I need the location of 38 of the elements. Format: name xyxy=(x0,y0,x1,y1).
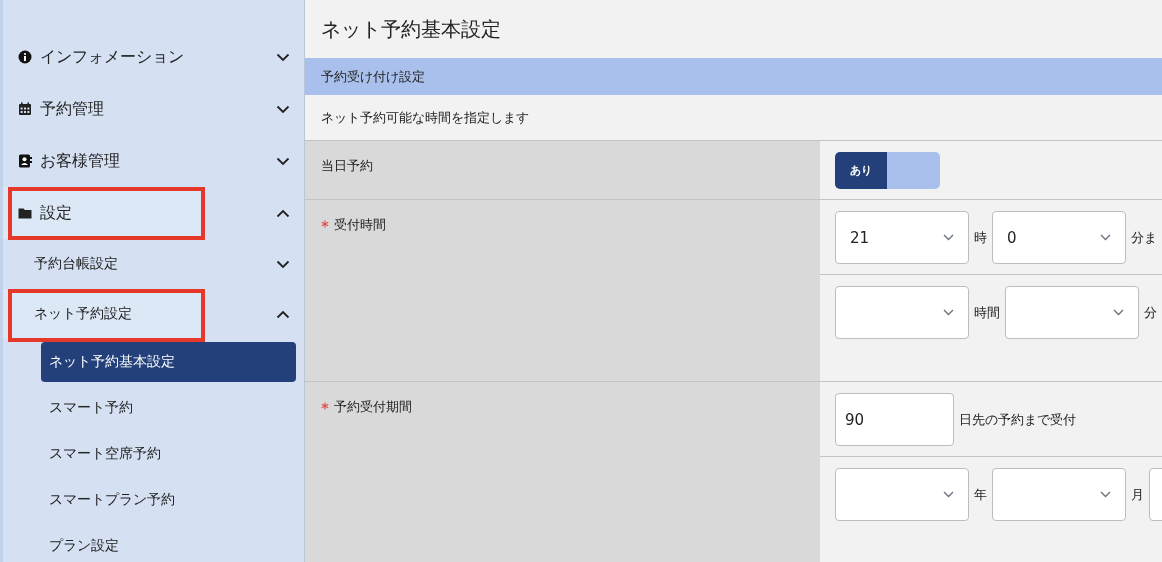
unit-label: 時間 xyxy=(974,303,1000,322)
unit-label: 分 xyxy=(1144,303,1157,322)
sidebar-item[interactable]: 予約台帳設定 xyxy=(3,239,304,289)
chevron-down-icon xyxy=(1113,309,1124,316)
chevron-down-icon xyxy=(943,234,954,241)
chevron-down-icon xyxy=(1100,491,1111,498)
sidebar-item[interactable]: スマート空席予約 xyxy=(41,434,296,474)
info-icon xyxy=(18,50,32,64)
calendar-icon xyxy=(18,102,32,116)
dropdown[interactable] xyxy=(1005,286,1139,339)
unit-label: 時 xyxy=(974,228,987,247)
chevron-down-icon xyxy=(943,309,954,316)
unit-label: 年 xyxy=(974,485,987,504)
field-label: 当日予約 xyxy=(321,157,373,175)
sidebar-item[interactable]: スマート予約 xyxy=(41,388,296,428)
dropdown[interactable] xyxy=(835,286,969,339)
section-header: 予約受け付け設定 xyxy=(305,58,1162,95)
input-field[interactable]: 90 xyxy=(835,393,954,446)
sidebar-item[interactable]: お客様管理 xyxy=(3,135,304,187)
sidebar-item[interactable]: ネット予約基本設定 xyxy=(41,342,296,382)
sidebar-item[interactable]: プラン設定 xyxy=(41,526,296,562)
field-label: 予約受付期間 xyxy=(334,398,412,416)
dropdown[interactable] xyxy=(992,468,1126,521)
folder-icon xyxy=(18,206,32,220)
contact-book-icon xyxy=(18,154,32,168)
dropdown[interactable]: 0 xyxy=(992,211,1126,264)
unit-label: 分ま xyxy=(1131,228,1157,247)
sidebar-item[interactable]: スマートプラン予約 xyxy=(41,480,296,520)
unit-label: 日先の予約まで受付 xyxy=(959,410,1076,429)
page-title: ネット予約基本設定 xyxy=(320,15,502,43)
dropdown[interactable]: 21 xyxy=(835,211,969,264)
sidebar-item[interactable]: 予約管理 xyxy=(3,83,304,135)
chevron-down-icon xyxy=(1100,234,1111,241)
unit-label: 月 xyxy=(1131,485,1144,504)
dropdown[interactable] xyxy=(835,468,969,521)
sidebar-item[interactable]: インフォメーション xyxy=(3,31,304,83)
chevron-down-icon xyxy=(943,491,954,498)
field-label: 受付時間 xyxy=(334,216,386,234)
